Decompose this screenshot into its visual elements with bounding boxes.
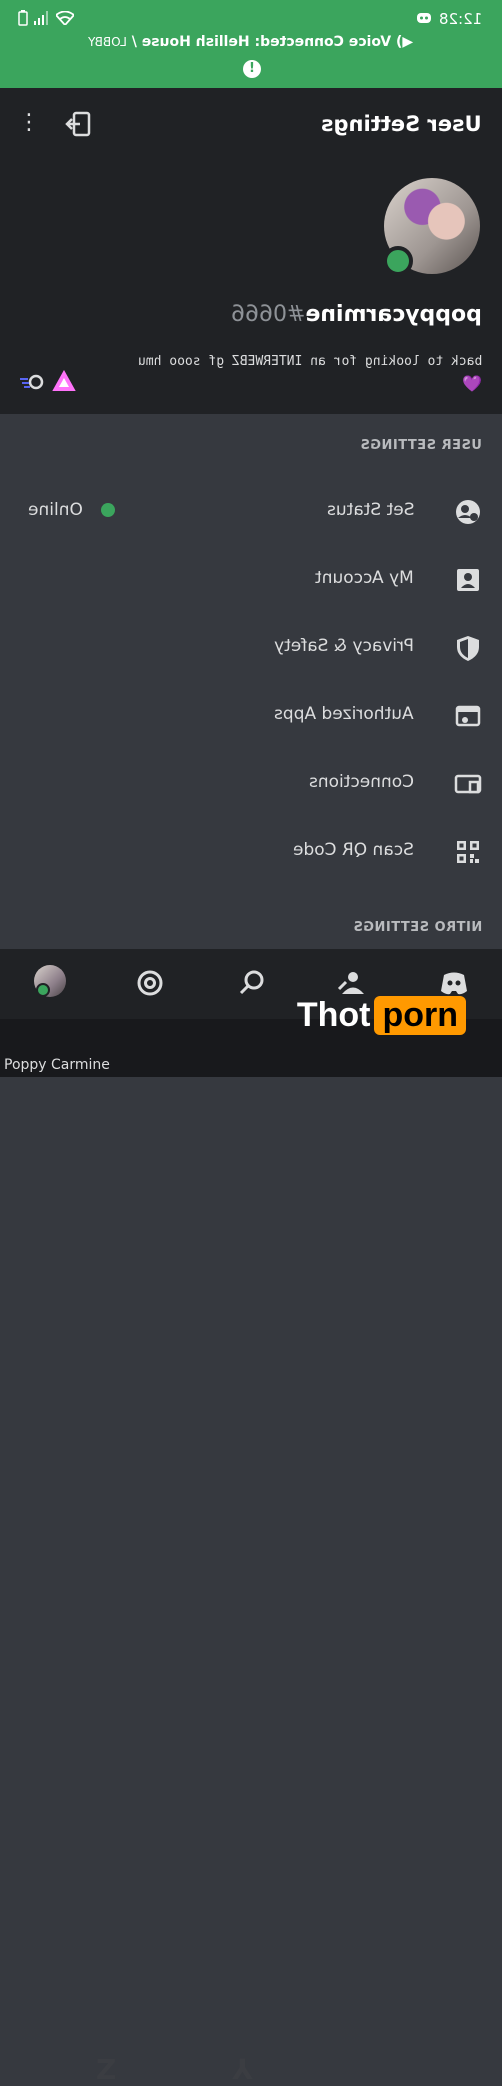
status-bar: 12:28 xyxy=(0,10,502,30)
profile-card: poppycarmine#0666 back to looking for an… xyxy=(0,160,502,414)
boost-badge-icon[interactable] xyxy=(52,369,76,392)
mentions-icon xyxy=(137,970,163,996)
signal-icon xyxy=(34,11,50,29)
voice-connected-text: Voice Connected: Hellish House / xyxy=(132,34,392,50)
row-label: Connections xyxy=(308,772,414,792)
apps-icon xyxy=(454,702,482,730)
tab-home[interactable] xyxy=(438,967,470,999)
account-icon xyxy=(454,566,482,594)
search-icon xyxy=(239,970,264,995)
wifi-icon xyxy=(54,10,76,29)
clock: 12:28 xyxy=(438,10,482,28)
row-set-status[interactable]: Set Status Online xyxy=(0,478,502,546)
status-icon xyxy=(454,498,482,526)
row-label: Privacy & Safety xyxy=(274,636,414,656)
watermark-text-left: Thot xyxy=(296,996,371,1034)
online-status-indicator xyxy=(383,246,413,276)
ghost-icon-1: Z xyxy=(96,2053,117,2086)
speaker-icon: ◀) xyxy=(396,34,414,50)
user-settings-heading: USER SETTINGS xyxy=(360,438,482,453)
warning-icon[interactable]: ! xyxy=(243,60,261,78)
voice-channel-name: LOBBY xyxy=(88,35,128,49)
row-privacy-safety[interactable]: Privacy & Safety xyxy=(0,614,502,682)
discord-notification-icon xyxy=(416,10,431,28)
status-value: Online xyxy=(28,500,83,520)
voice-connected-banner[interactable]: 12:28 ◀) Voice Connected: Hellish House … xyxy=(0,0,502,88)
watermark-text-right: porn xyxy=(374,996,466,1035)
page-title: User Settings xyxy=(321,112,482,136)
status-dot xyxy=(100,503,115,517)
shield-icon xyxy=(454,634,482,662)
row-connections[interactable]: Connections xyxy=(0,750,502,818)
tab-mentions[interactable] xyxy=(134,967,166,999)
heart-emoji: 💜 xyxy=(462,374,482,393)
username: poppycarmine xyxy=(305,302,482,327)
tab-profile-avatar[interactable] xyxy=(34,965,66,997)
tab-search[interactable] xyxy=(236,967,268,999)
row-label: Set Status xyxy=(326,500,415,520)
discriminator: #0666 xyxy=(231,302,306,327)
ghost-icon-2: ⅄ xyxy=(232,2053,254,2086)
nitro-badge-icon[interactable] xyxy=(20,374,44,390)
row-label: Scan QR Code xyxy=(293,840,414,860)
logout-icon[interactable] xyxy=(64,110,94,138)
row-scan-qr-code[interactable]: Scan QR Code xyxy=(0,818,502,886)
watermark-logo: Thot porn xyxy=(297,996,466,1035)
tab-friends[interactable] xyxy=(336,967,368,999)
row-label: Authorized Apps xyxy=(274,704,414,724)
friends-icon xyxy=(337,972,364,994)
discord-home-icon xyxy=(441,972,467,995)
row-label: My Account xyxy=(315,568,414,588)
more-options-icon[interactable]: ⋮ xyxy=(18,110,40,138)
qr-code-icon xyxy=(454,838,482,866)
connections-icon xyxy=(454,770,482,798)
nitro-settings-heading: NITRO SETTINGS xyxy=(352,920,482,935)
row-authorized-apps[interactable]: Authorized Apps xyxy=(0,682,502,750)
settings-header: ⋮ User Settings xyxy=(0,88,502,160)
bio-text: back to looking for an INTERWEBZ gf sooo… xyxy=(137,354,482,369)
footer-username: Poppy Carmine xyxy=(4,1057,110,1073)
battery-icon xyxy=(18,10,28,30)
row-my-account[interactable]: My Account xyxy=(0,546,502,614)
